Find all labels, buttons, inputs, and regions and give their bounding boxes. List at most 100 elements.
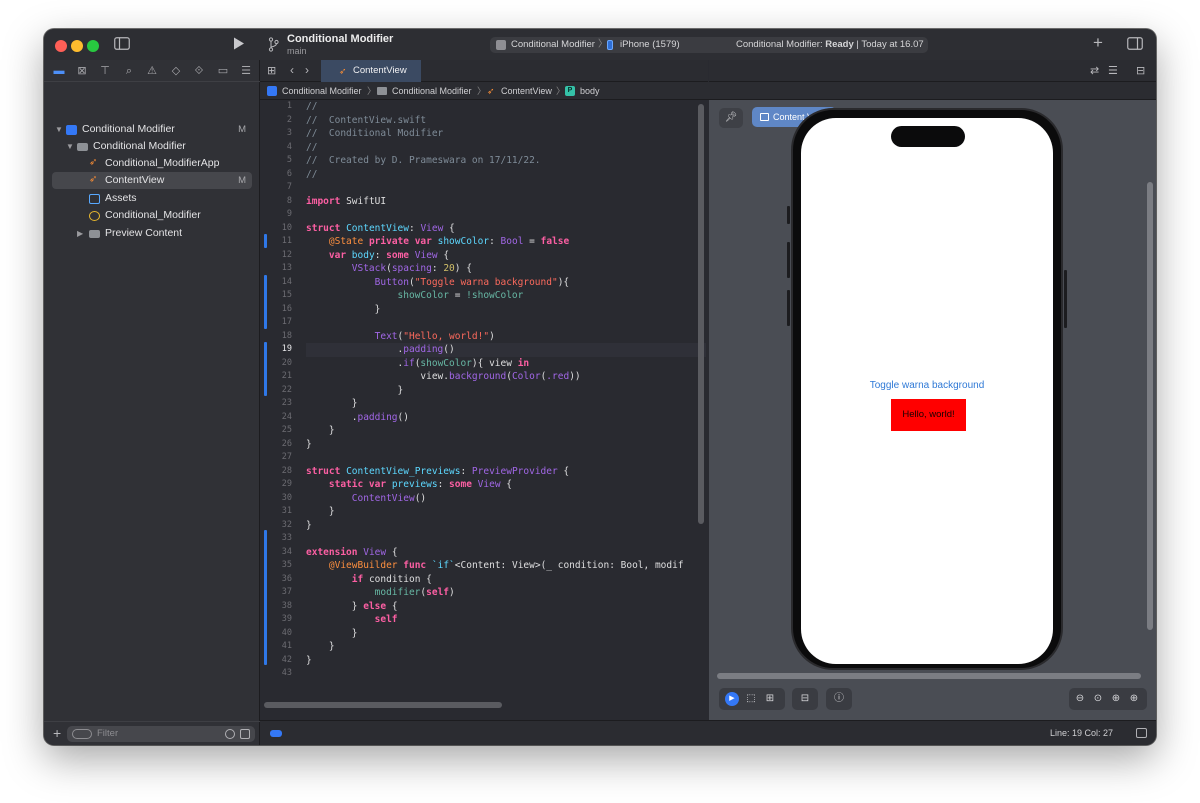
entitlements-icon <box>89 211 100 221</box>
chevron-right-icon: 〉 <box>367 86 377 96</box>
line-number: 40 <box>281 627 292 638</box>
inspector-toggle-icon[interactable] <box>1127 37 1143 54</box>
line-number: 22 <box>281 384 292 395</box>
line-number: 39 <box>281 614 292 624</box>
chevron-right-icon: 〉 <box>556 86 566 96</box>
toggle-background-button[interactable]: Toggle warna background <box>801 380 1053 391</box>
project-navigator: ▬ ⊠ ⊤ ⌕ ⚠ ◇ ⟐ ▭ ☰ ▼ Conditional Modifier… <box>44 60 260 745</box>
disclosure-open-icon[interactable]: ▼ <box>55 121 63 138</box>
variants-icon[interactable]: ⊞ <box>763 692 777 706</box>
zoom-fit-icon[interactable]: ⊕ <box>1109 692 1123 706</box>
debug-area-toggle-icon[interactable] <box>270 730 282 737</box>
disclosure-closed-icon[interactable]: ▶ <box>77 225 83 242</box>
zoom-window-button[interactable] <box>87 40 99 52</box>
tree-item-app-file[interactable]: ➶ Conditional_ModifierApp <box>52 155 252 172</box>
recent-files-icon[interactable] <box>225 729 235 739</box>
editor-options-icon[interactable]: ☰ <box>1108 63 1118 79</box>
run-icon[interactable] <box>233 37 245 54</box>
line-number: 23 <box>281 398 292 408</box>
search-icon[interactable]: ⌕ <box>121 64 137 78</box>
code-line: } <box>306 425 335 436</box>
tree-item-contentview[interactable]: ➶ ContentView M <box>52 172 252 189</box>
test-icon[interactable]: ◇ <box>168 64 184 78</box>
code-line: Button("Toggle warna background"){ <box>374 276 570 288</box>
report-icon[interactable]: ☰ <box>238 64 254 78</box>
filter-options-icon[interactable] <box>72 729 92 739</box>
build-status: Conditional Modifier: Ready | Today at 1… <box>736 39 924 50</box>
scheme-selector[interactable]: Conditional Modifier <box>511 37 595 53</box>
source-editor: ⊞ ‹ › ➶ ContentView Conditional Modifier… <box>260 60 1156 745</box>
close-window-button[interactable] <box>55 40 67 52</box>
editor-vertical-scrollbar[interactable] <box>698 104 704 524</box>
device-settings-icon[interactable]: ⊟ <box>798 692 812 706</box>
pin-icon: 📌︎ <box>724 112 738 123</box>
line-number: 30 <box>281 492 292 503</box>
selectable-icon[interactable]: ⬚ <box>744 692 758 706</box>
hierarchy-icon[interactable]: ⊤ <box>97 64 113 78</box>
folder-icon <box>377 87 387 95</box>
live-preview-icon[interactable]: ▶ <box>725 692 739 706</box>
add-icon[interactable]: + <box>1093 34 1103 51</box>
info-icon[interactable]: ⓘ <box>832 692 846 706</box>
line-number: 38 <box>281 600 292 611</box>
disclosure-open-icon[interactable]: ▼ <box>66 138 74 155</box>
tree-item-entitlements[interactable]: Conditional_Modifier <box>52 207 252 224</box>
swap-icon[interactable]: ⇄ <box>1090 63 1099 79</box>
canvas-horizontal-scrollbar[interactable] <box>717 673 1141 679</box>
source-control-filter-icon[interactable] <box>240 729 250 739</box>
tree-item-assets[interactable]: Assets <box>52 190 252 207</box>
line-number: 4 <box>286 141 292 152</box>
zoom-out-icon[interactable]: ⊖ <box>1073 692 1087 706</box>
jump-symbol[interactable]: body <box>580 82 600 100</box>
source-control-icon[interactable]: ⊠ <box>74 64 90 78</box>
build-state: Ready <box>825 39 854 50</box>
warning-icon[interactable]: ⚠ <box>144 64 160 78</box>
xcode-project-icon <box>267 86 277 96</box>
code-area[interactable]: 1 2 3 4 5 6 7 8 9 10 11 12 13 14 15 16 17 18 19 20 21 22 23 24 2… <box>260 100 708 700</box>
back-icon[interactable]: ‹ <box>290 62 294 78</box>
phone-action-button <box>787 206 790 224</box>
code-line: static var previews: some View { <box>328 479 513 490</box>
zoom-100-icon[interactable]: ⊙ <box>1091 692 1105 706</box>
breakpoint-icon[interactable]: ▭ <box>215 64 231 78</box>
device-selector[interactable]: iPhone (1579) <box>620 37 680 53</box>
line-number: 34 <box>281 546 292 557</box>
sidebar-toggle-icon[interactable] <box>114 37 130 54</box>
jump-file[interactable]: ContentView <box>501 82 552 100</box>
canvas-vertical-scrollbar[interactable] <box>1147 182 1153 630</box>
filter-input[interactable]: Filter <box>67 726 255 742</box>
jump-group[interactable]: Conditional Modifier <box>392 82 472 100</box>
tab-contentview[interactable]: ➶ ContentView <box>321 60 421 82</box>
pin-preview-button[interactable]: 📌︎ <box>719 108 743 128</box>
preview-mode-group: ▶ ⬚ ⊞ <box>719 688 785 710</box>
minimize-window-button[interactable] <box>71 40 83 52</box>
phone-volume-up <box>787 242 790 278</box>
tree-item-preview-content[interactable]: ▶ Preview Content <box>52 225 252 242</box>
code-line: var body: some View { <box>328 249 450 261</box>
grid-icon[interactable]: ⊞ <box>267 63 276 79</box>
add-file-icon[interactable]: + <box>53 725 61 741</box>
code-line: } <box>306 641 335 652</box>
line-number: 32 <box>281 519 292 530</box>
editor-horizontal-scrollbar[interactable] <box>264 702 502 708</box>
debug-icon[interactable]: ⟐ <box>191 64 207 78</box>
tree-item-group[interactable]: ▼ Conditional Modifier <box>52 138 252 155</box>
split-editor-icon[interactable]: ⊟ <box>1136 63 1145 79</box>
code-line: .padding() <box>306 411 409 423</box>
debug-area-icon[interactable] <box>1136 728 1147 738</box>
line-number: 2 <box>286 114 292 125</box>
zoom-group: ⊖ ⊙ ⊕ ⊕ <box>1069 688 1147 710</box>
code-line: // <box>306 168 318 180</box>
tree-item-project[interactable]: ▼ Conditional Modifier M <box>52 121 252 138</box>
forward-icon[interactable]: › <box>305 62 309 78</box>
jump-project[interactable]: Conditional Modifier <box>282 82 362 100</box>
code-line: import SwiftUI <box>306 195 387 207</box>
property-icon: P <box>565 86 575 96</box>
scheme-activity-bar[interactable]: Conditional Modifier 〉 iPhone (1579) Con… <box>490 37 928 53</box>
line-number: 16 <box>281 303 292 314</box>
tree-item-label: Preview Content <box>105 227 183 239</box>
code-line: Text("Hello, world!") <box>374 330 495 342</box>
zoom-in-icon[interactable]: ⊕ <box>1127 692 1141 706</box>
folder-icon[interactable]: ▬ <box>51 64 67 78</box>
